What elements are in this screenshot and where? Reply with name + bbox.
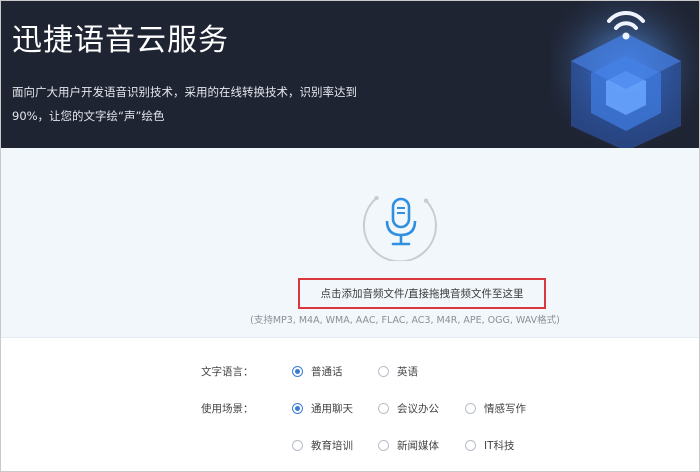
radio-label: 英语 bbox=[397, 366, 418, 378]
page-frame: 迅捷语音云服务 面向广大用户开发语音识别技术，采用的在线转换技术，识别率达到 9… bbox=[0, 0, 700, 472]
language-label: 文字语言： bbox=[201, 366, 254, 378]
radio-label: 新闻媒体 bbox=[397, 440, 439, 452]
radio-label: 教育培训 bbox=[311, 440, 353, 452]
cloud-cube-illustration bbox=[551, 1, 699, 148]
radio-scene-news-media[interactable]: 新闻媒体 bbox=[378, 438, 439, 453]
radio-label: 会议办公 bbox=[397, 403, 439, 415]
radio-scene-education-training[interactable]: 教育培训 bbox=[292, 438, 353, 453]
radio-scene-general-chat[interactable]: 通用聊天 bbox=[292, 401, 353, 416]
radio-label: 情感写作 bbox=[484, 403, 526, 415]
banner-description-line-2: 90%，让您的文字绘“声”绘色 bbox=[12, 109, 165, 123]
radio-unchecked-icon bbox=[292, 440, 303, 451]
radio-scene-meeting-office[interactable]: 会议办公 bbox=[378, 401, 439, 416]
page-title: 迅捷语音云服务 bbox=[12, 23, 229, 58]
radio-unchecked-icon bbox=[465, 440, 476, 451]
radio-checked-icon bbox=[292, 403, 303, 414]
header-banner: 迅捷语音云服务 面向广大用户开发语音识别技术，采用的在线转换技术，识别率达到 9… bbox=[1, 1, 699, 148]
banner-description: 面向广大用户开发语音识别技术，采用的在线转换技术，识别率达到 90%，让您的文字… bbox=[12, 80, 372, 128]
radio-label: 普通话 bbox=[311, 366, 343, 378]
radio-unchecked-icon bbox=[465, 403, 476, 414]
radio-checked-icon bbox=[292, 366, 303, 377]
banner-description-line-1: 面向广大用户开发语音识别技术，采用的在线转换技术，识别率达到 bbox=[12, 85, 357, 99]
file-drop-zone[interactable]: 点击添加音频文件/直接拖拽音频文件至这里 bbox=[298, 278, 546, 309]
radio-unchecked-icon bbox=[378, 366, 389, 377]
radio-scene-it-tech[interactable]: IT科技 bbox=[465, 438, 515, 453]
upload-area[interactable]: 点击添加音频文件/直接拖拽音频文件至这里 (支持MP3, M4A, WMA, A… bbox=[1, 148, 699, 338]
radio-language-mandarin[interactable]: 普通话 bbox=[292, 364, 343, 379]
microphone-icon bbox=[362, 195, 437, 261]
scene-label: 使用场景： bbox=[201, 403, 254, 415]
radio-label: IT科技 bbox=[484, 440, 515, 452]
radio-language-english[interactable]: 英语 bbox=[378, 364, 418, 379]
drop-zone-label: 点击添加音频文件/直接拖拽音频文件至这里 bbox=[320, 288, 524, 300]
supported-formats-note: (支持MP3, M4A, WMA, AAC, FLAC, AC3, M4R, A… bbox=[250, 315, 560, 326]
radio-scene-emotional-writing[interactable]: 情感写作 bbox=[465, 401, 526, 416]
radio-unchecked-icon bbox=[378, 440, 389, 451]
radio-label: 通用聊天 bbox=[311, 403, 353, 415]
microphone-upload-button[interactable] bbox=[362, 183, 440, 261]
radio-unchecked-icon bbox=[378, 403, 389, 414]
